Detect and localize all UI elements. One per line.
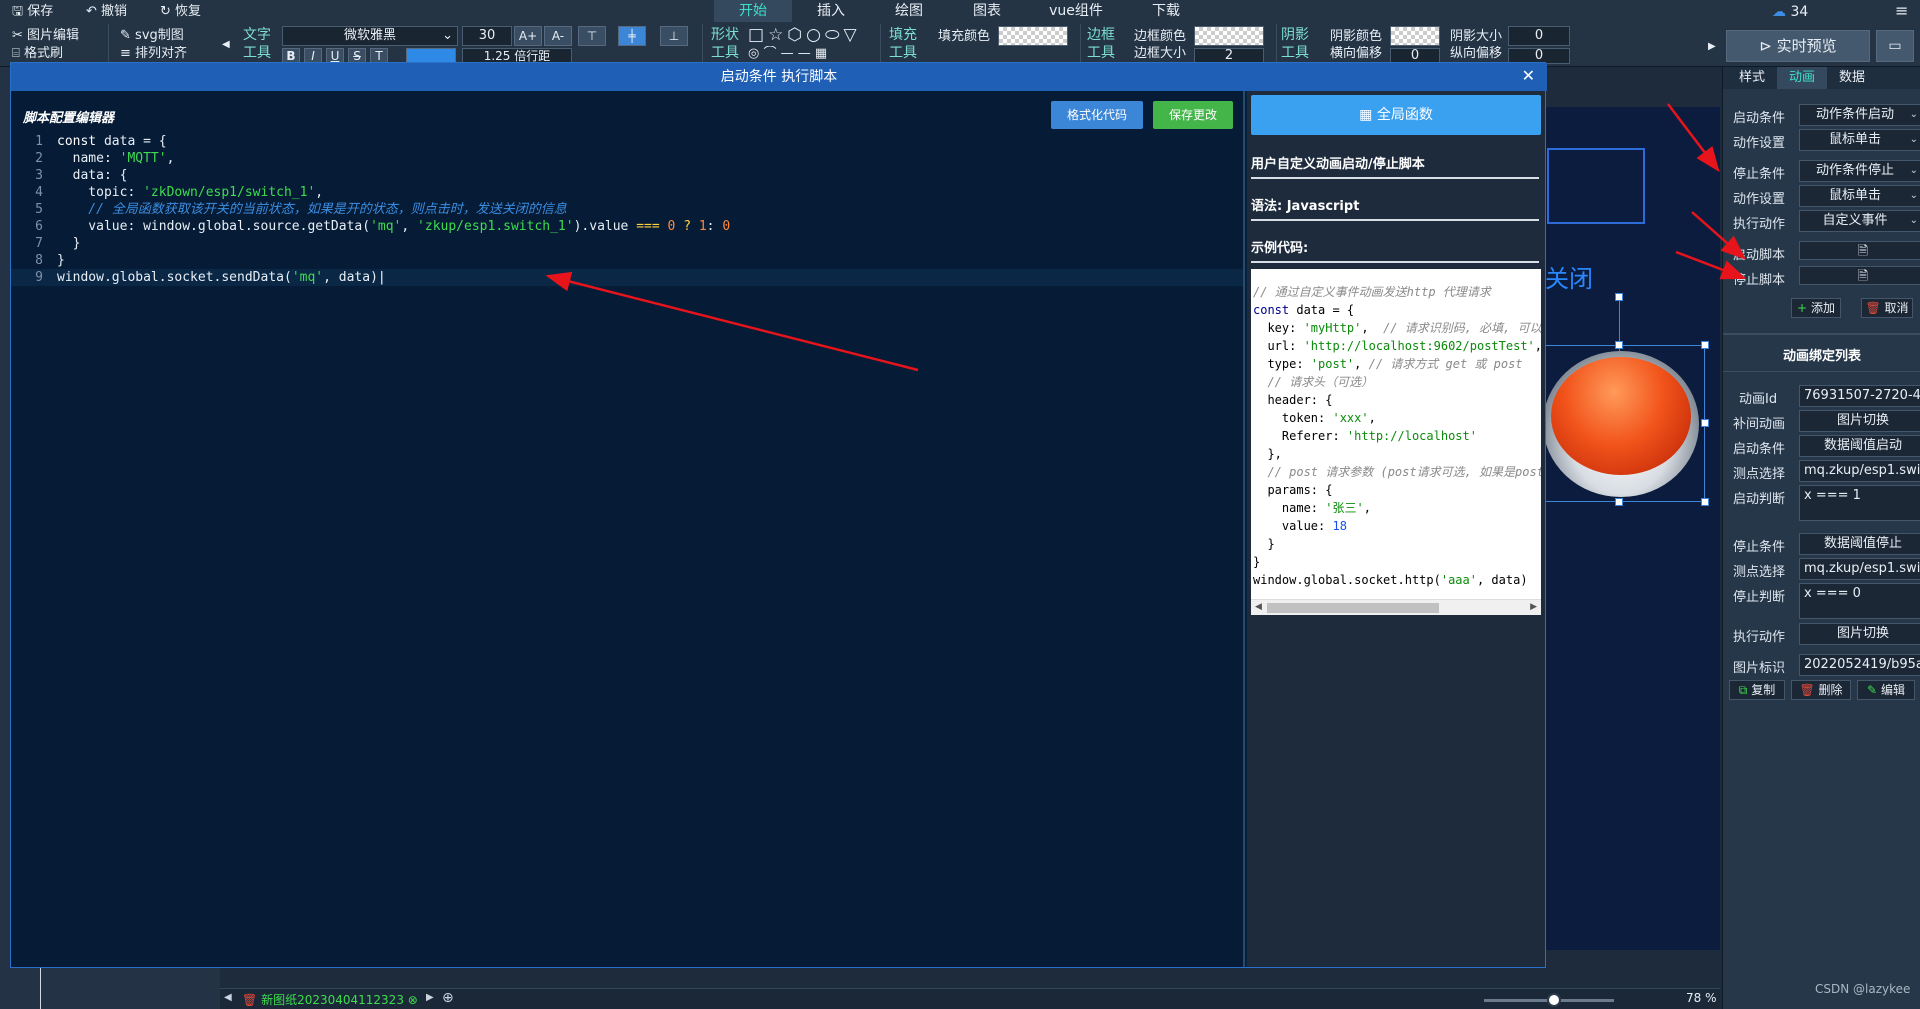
arrow-to-stop-script [1675,250,1747,280]
arrow-to-stop-condition [1667,103,1720,172]
annotation-arrows [545,103,1747,372]
arrow-to-start-script [1691,211,1746,260]
arrow-to-code [545,271,919,372]
